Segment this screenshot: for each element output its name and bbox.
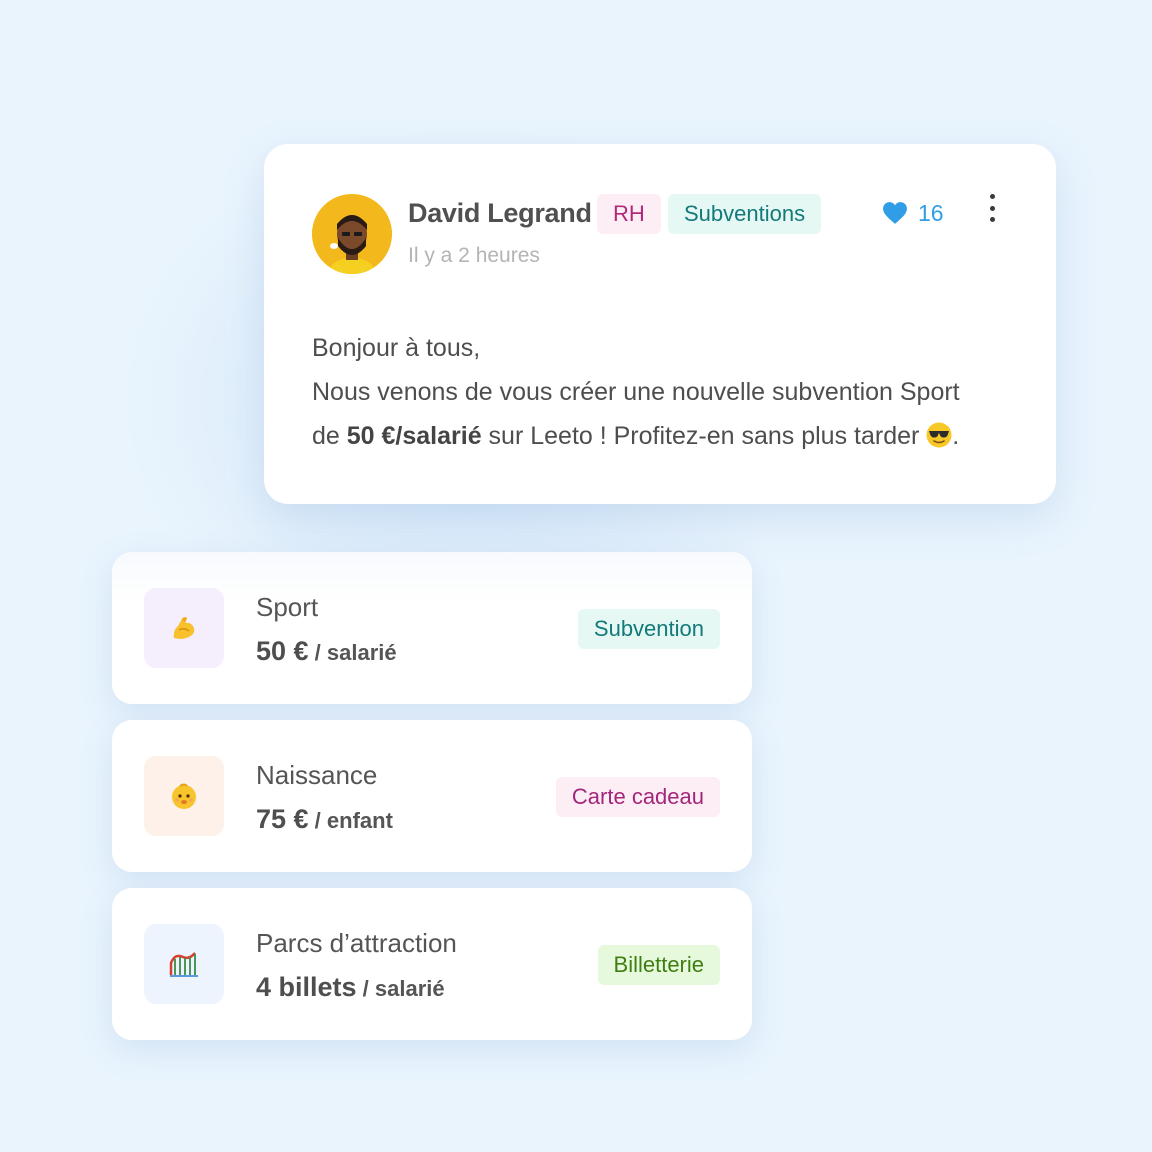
tag-subventions[interactable]: Subventions <box>668 194 822 234</box>
item-icon-box <box>144 924 224 1004</box>
author-name[interactable]: David Legrand <box>408 198 592 229</box>
tag-subvention[interactable]: Subvention <box>577 609 720 649</box>
like-count: 16 <box>918 199 944 226</box>
flexed-biceps-emoji-icon <box>173 617 195 639</box>
more-options-icon[interactable] <box>980 194 1004 222</box>
heart-icon <box>883 202 907 224</box>
subsidy-card-naissance[interactable]: Naissance 75 € / enfant Carte cadeau <box>112 720 752 872</box>
post-card: David Legrand RH Subventions Il y a 2 he… <box>264 144 1056 504</box>
subsidy-amount: 50 €/salarié <box>346 422 482 450</box>
man-avatar-icon <box>312 194 392 274</box>
item-value: 75 € / enfant <box>256 804 393 834</box>
subsidy-card-parcs[interactable]: Parcs d’attraction 4 billets / salarié B… <box>112 888 752 1040</box>
post-body-line: Nous venons de vous créer une nouvelle s… <box>312 378 960 406</box>
avatar[interactable] <box>312 194 392 274</box>
sunglasses-emoji-icon <box>926 422 952 448</box>
item-icon-box <box>144 756 224 836</box>
item-title: Naissance <box>256 760 378 790</box>
item-title: Parcs d’attraction <box>256 928 457 958</box>
like-button[interactable]: 16 <box>882 196 944 230</box>
item-value: 50 € / salarié <box>256 636 397 666</box>
roller-coaster-emoji-icon <box>169 952 198 977</box>
post-body: Bonjour à tous, Nous venons de vous crée… <box>312 326 1032 458</box>
post-time: Il y a 2 heures <box>408 244 540 267</box>
tag-billetterie[interactable]: Billetterie <box>597 945 720 985</box>
item-title: Sport <box>256 592 319 622</box>
baby-emoji-icon <box>172 783 196 809</box>
tag-carte-cadeau[interactable]: Carte cadeau <box>555 777 720 817</box>
post-body-line: Bonjour à tous, <box>312 334 481 362</box>
post-body-line: de 50 €/salarié sur Leeto ! Profitez-en … <box>312 422 960 450</box>
tag-rh[interactable]: RH <box>597 194 661 234</box>
item-icon-box <box>144 588 224 668</box>
subsidy-card-sport[interactable]: Sport 50 € / salarié Subvention <box>112 552 752 704</box>
item-value: 4 billets / salarié <box>256 972 445 1002</box>
